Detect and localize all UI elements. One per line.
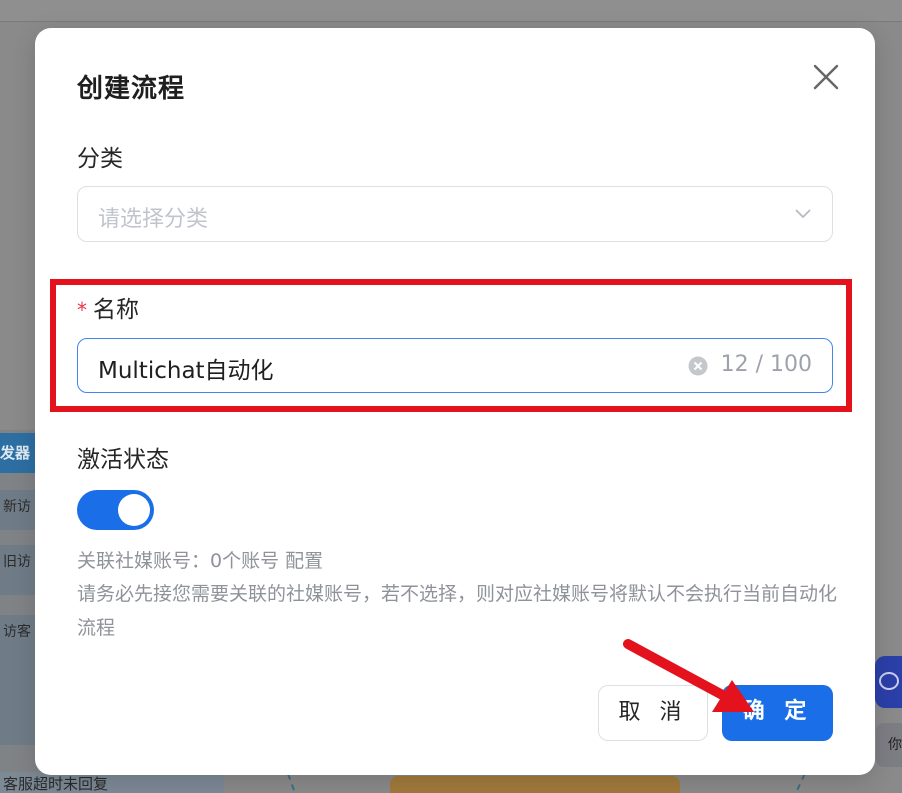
trigger-card-timeout[interactable]: 客服超时未回复 bbox=[0, 772, 224, 793]
chevron-down-icon bbox=[795, 209, 811, 219]
trigger-card[interactable]: 新访 bbox=[0, 490, 40, 530]
cancel-button[interactable]: 取 消 bbox=[598, 685, 708, 741]
char-counter: 12 / 100 bbox=[720, 352, 812, 377]
name-label: * 名称 bbox=[77, 290, 139, 324]
category-select[interactable]: 请选择分类 bbox=[77, 186, 833, 242]
trigger-card[interactable]: 旧访 bbox=[0, 545, 40, 595]
required-mark: * bbox=[77, 298, 87, 322]
linked-accounts-notice: 请务必先接您需要关联的社媒账号，若不选择，则对应社媒账号将默认不会执行当前自动化… bbox=[77, 583, 838, 639]
status-label: 激活状态 bbox=[77, 447, 169, 473]
trigger-card[interactable]: 访客 bbox=[0, 615, 40, 745]
category-placeholder: 请选择分类 bbox=[98, 207, 209, 232]
name-label-text: 名称 bbox=[93, 297, 139, 323]
confirm-button[interactable]: 确 定 bbox=[722, 685, 833, 741]
category-label: 分类 bbox=[77, 146, 123, 172]
name-input-value: Multichat自动化 bbox=[98, 358, 274, 384]
right-flow-card[interactable]: 你 bbox=[876, 723, 902, 767]
trigger-header: 发器 bbox=[0, 433, 40, 473]
clear-icon[interactable] bbox=[688, 356, 708, 376]
flow-node[interactable] bbox=[390, 776, 680, 793]
app-top-bar bbox=[0, 0, 902, 22]
close-icon[interactable] bbox=[811, 62, 841, 92]
name-input[interactable]: Multichat自动化 12 / 100 bbox=[77, 338, 833, 393]
linked-accounts-hint: 关联社媒账号：0个账号 配置 bbox=[77, 550, 324, 572]
status-toggle[interactable] bbox=[77, 490, 154, 530]
chat-icon bbox=[879, 672, 899, 690]
toggle-knob bbox=[118, 494, 150, 526]
dialog-title: 创建流程 bbox=[77, 74, 186, 104]
chat-float-button[interactable] bbox=[875, 656, 902, 708]
create-flow-dialog: 创建流程 分类 请选择分类 * 名称 Multichat自动化 12 / 100 … bbox=[35, 28, 875, 775]
